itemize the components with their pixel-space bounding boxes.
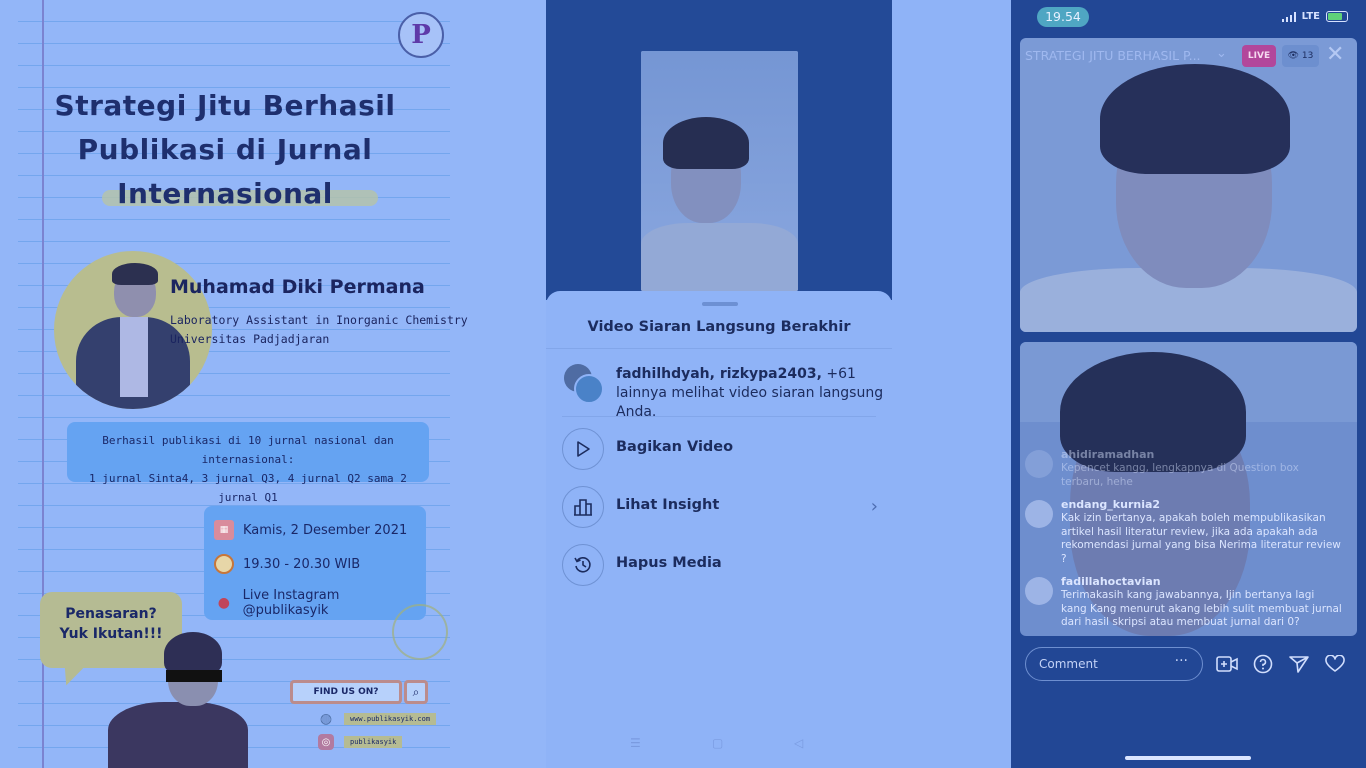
- comment-text: Kak izin bertanya, apakah boleh mempubli…: [1061, 512, 1341, 565]
- divider: [562, 416, 876, 417]
- live-ended-panel: Video Siaran Langsung Berakhir fadhilhdy…: [546, 0, 892, 768]
- comment-text: Terimakasih kang jawabannya, Ijin bertan…: [1061, 589, 1342, 628]
- event-time: 19.30 - 20.30 WIB: [243, 556, 361, 572]
- more-icon[interactable]: ···: [1175, 653, 1188, 669]
- back-icon[interactable]: ◁: [794, 736, 803, 750]
- viewer-count: 13: [1301, 51, 1314, 61]
- delete-media-button[interactable]: Hapus Media: [562, 544, 878, 588]
- view-insight-label: Lihat Insight: [616, 497, 720, 513]
- add-guest-icon[interactable]: [1214, 651, 1240, 677]
- avatar: [574, 374, 604, 404]
- event-details: ▦ Kamis, 2 Desember 2021 19.30 - 20.30 W…: [204, 506, 426, 620]
- event-location-row: ● Live Instagram @publikasyik: [214, 588, 426, 618]
- chevron-right-icon: ›: [870, 496, 878, 517]
- send-icon[interactable]: [1286, 651, 1312, 677]
- viewer-avatars: [564, 364, 604, 404]
- speaker-role-title: Laboratory Assistant in Inorganic Chemis…: [170, 313, 468, 327]
- live-badge: LIVE: [1242, 45, 1276, 67]
- screen: P Strategi Jitu Berhasil Publikasi di Ju…: [0, 0, 1366, 768]
- play-icon: [562, 428, 604, 470]
- instagram-icon: ◎: [318, 734, 334, 750]
- globe-icon: ◍: [319, 711, 333, 727]
- viewers-summary[interactable]: fadhilhdyah, rizkypa2403, +61 lainnya me…: [564, 364, 883, 420]
- poster-title: Strategi Jitu Berhasil Publikasi di Jurn…: [54, 89, 396, 210]
- view-insight-button[interactable]: Lihat Insight ›: [562, 486, 878, 530]
- share-video-button[interactable]: Bagikan Video: [562, 428, 878, 472]
- decorative-circle: [392, 604, 448, 660]
- home-icon[interactable]: ▢: [712, 736, 723, 750]
- eye-icon: 👁: [1287, 51, 1300, 61]
- viewers-text: fadhilhdyah, rizkypa2403, +61 lainnya me…: [616, 365, 886, 422]
- website-text: www.publikasyik.com: [344, 713, 437, 725]
- speaker-role: Laboratory Assistant in Inorganic Chemis…: [170, 311, 468, 349]
- location-pin-icon: ●: [217, 595, 230, 611]
- website-row: ◍ www.publikasyik.com: [318, 711, 437, 727]
- comment-username[interactable]: endang_kurnia2: [1061, 498, 1160, 511]
- viewer-names: fadhilhdyah, rizkypa2403,: [616, 366, 822, 382]
- chevron-down-icon[interactable]: ⌄: [1216, 46, 1227, 61]
- instagram-live-screen: 19.54 LTE STRATEGI JITU BERHASIL P... ⌄ …: [1011, 0, 1366, 768]
- achievement-box: Berhasil publikasi di 10 jurnal nasional…: [67, 422, 429, 504]
- question-icon[interactable]: [1250, 651, 1276, 677]
- achievement-line: Berhasil publikasi di 10 jurnal nasional…: [102, 434, 394, 466]
- instagram-handle: publikasyik: [344, 736, 403, 748]
- bottom-sheet: Video Siaran Langsung Berakhir fadhilhdy…: [546, 291, 892, 768]
- find-us-label: FIND US ON?: [290, 680, 402, 704]
- video-thumbnail[interactable]: [641, 51, 798, 291]
- publikasyik-logo: P: [398, 12, 444, 58]
- search-icon: ⌕: [404, 680, 428, 704]
- status-time: 19.54: [1037, 7, 1089, 27]
- sheet-title: Video Siaran Langsung Berakhir: [587, 319, 851, 335]
- close-icon[interactable]: ✕: [1326, 42, 1344, 67]
- speaker-affiliation: Universitas Padjadjaran: [170, 332, 330, 346]
- guest-video-feed: ahidiramadhan Kepencet kangg, lengkapnya…: [1020, 342, 1357, 636]
- event-date-row: ▦ Kamis, 2 Desember 2021: [214, 520, 407, 540]
- avatar: [1025, 500, 1053, 528]
- sheet-drag-handle[interactable]: [702, 302, 738, 306]
- live-title[interactable]: STRATEGI JITU BERHASIL P...: [1025, 48, 1201, 63]
- avatar: [1025, 450, 1053, 478]
- divider: [546, 348, 892, 349]
- comment-username[interactable]: ahidiramadhan: [1061, 448, 1154, 461]
- menu-icon[interactable]: ☰: [630, 736, 641, 750]
- calendar-icon: ▦: [214, 520, 234, 540]
- delete-media-label: Hapus Media: [616, 555, 722, 571]
- comment-username[interactable]: fadillahoctavian: [1061, 575, 1161, 588]
- comment-text: Kepencet kangg, lengkapnya di Question b…: [1061, 462, 1299, 488]
- event-poster: P Strategi Jitu Berhasil Publikasi di Ju…: [0, 0, 546, 768]
- android-nav-bar: ☰ ▢ ◁: [546, 736, 892, 758]
- share-video-label: Bagikan Video: [616, 439, 734, 455]
- viewer-count-badge[interactable]: 👁 13: [1282, 45, 1319, 67]
- host-video-feed: STRATEGI JITU BERHASIL P... ⌄ LIVE 👁 13 …: [1020, 38, 1357, 332]
- event-date: Kamis, 2 Desember 2021: [243, 522, 408, 538]
- instagram-row: ◎ publikasyik: [318, 734, 403, 750]
- status-icons: LTE: [1281, 11, 1348, 22]
- heart-icon[interactable]: [1322, 651, 1348, 677]
- comment-placeholder: Comment: [1039, 657, 1098, 671]
- history-icon: [562, 544, 604, 586]
- event-time-row: 19.30 - 20.30 WIB: [214, 554, 360, 574]
- achievement-line: 1 jurnal Sinta4, 3 jurnal Q3, 4 jurnal Q…: [89, 472, 407, 504]
- home-indicator: [1125, 756, 1251, 760]
- speaker-name: Muhamad Diki Permana: [170, 276, 425, 298]
- avatar: [1025, 577, 1053, 605]
- bar-chart-icon: [562, 486, 604, 528]
- battery-icon: [1326, 11, 1348, 22]
- network-type: LTE: [1301, 11, 1320, 22]
- video-preview-area: [546, 0, 892, 300]
- bubble-text: Penasaran?: [65, 606, 157, 622]
- signal-icon: [1281, 11, 1296, 22]
- clock-icon: [214, 554, 234, 574]
- mascot-person: [108, 632, 248, 768]
- comment-input[interactable]: Comment ···: [1025, 647, 1203, 681]
